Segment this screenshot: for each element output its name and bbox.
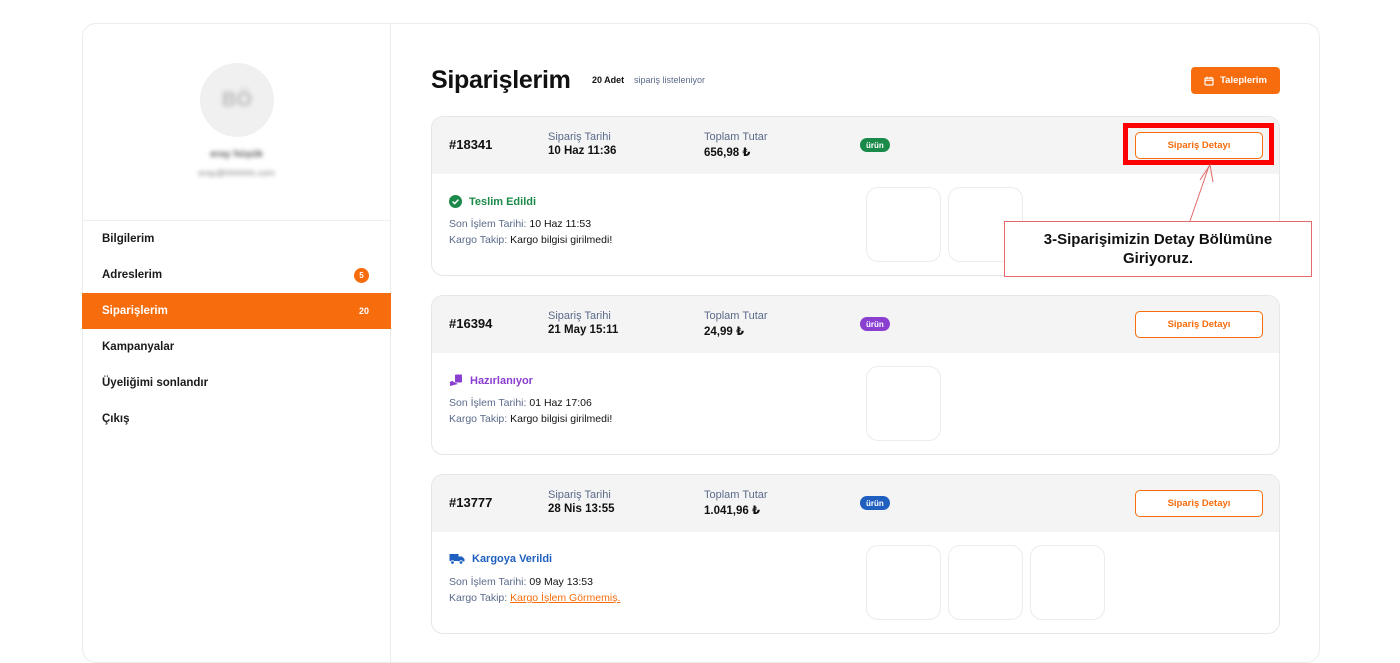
order-status: Kargoya Verildi: [449, 553, 552, 565]
package-hand-icon: [450, 374, 462, 386]
product-thumbnail[interactable]: [866, 187, 941, 262]
page-title: Siparişlerim: [431, 66, 571, 94]
last-action-date: 09 May 13:53: [529, 576, 593, 588]
order-status-label: Hazırlanıyor: [470, 374, 533, 387]
order-total: 24,99 ₺: [704, 326, 744, 338]
cargo-status: Kargo bilgisi girilmedi!: [510, 413, 613, 425]
order-number: #13777: [449, 495, 493, 510]
cargo-status: Kargo bilgisi girilmedi!: [510, 234, 613, 246]
cargo-label: Kargo Takip:: [449, 413, 508, 425]
last-action-line: Son İşlem Tarihi: 01 Haz 17:06: [449, 397, 592, 409]
user-name: eray hüşük: [210, 149, 263, 160]
cargo-line: Kargo Takip: Kargo bilgisi girilmedi!: [449, 413, 612, 425]
last-action-label: Son İşlem Tarihi:: [449, 397, 527, 409]
order-detail-button[interactable]: Sipariş Detayı: [1135, 311, 1263, 338]
sidebar-item-siparislerim[interactable]: Siparişlerim 20: [82, 293, 391, 329]
sidebar-item-label: Adreslerim: [102, 269, 163, 281]
order-date: 10 Haz 11:36: [548, 145, 617, 157]
sidebar-item-uyelik-sonlandir[interactable]: Üyeliğimi sonlandır: [82, 365, 391, 401]
order-total-label: Toplam Tutar: [704, 131, 768, 143]
avatar: BÖ: [200, 63, 274, 137]
last-action-date: 10 Haz 11:53: [529, 218, 592, 230]
product-thumbnail[interactable]: [1030, 545, 1105, 620]
sidebar-item-cikis[interactable]: Çıkış: [82, 401, 391, 437]
cargo-line: Kargo Takip: Kargo İşlem Görmemiş.: [449, 592, 620, 604]
user-email: eray@hhhhhh.com: [198, 168, 275, 178]
product-thumbnail[interactable]: [866, 545, 941, 620]
address-count-badge: 5: [354, 267, 369, 283]
truck-icon: [449, 554, 465, 565]
cargo-tracking-link[interactable]: Kargo İşlem Görmemiş.: [510, 592, 620, 604]
last-action-date: 01 Haz 17:06: [529, 397, 592, 409]
order-status: Teslim Edildi: [449, 195, 536, 208]
order-number: #18341: [449, 137, 493, 152]
annotation-callout: 3-Siparişimizin Detay Bölümüne Giriyoruz…: [1004, 221, 1312, 277]
order-total-label: Toplam Tutar: [704, 489, 768, 501]
order-count-badge: 20: [358, 306, 369, 316]
order-status: Hazırlanıyor: [449, 374, 533, 387]
cargo-label: Kargo Takip:: [449, 234, 508, 246]
sidebar-item-bilgilerim[interactable]: Bilgilerim: [82, 221, 391, 257]
last-action-line: Son İşlem Tarihi: 09 May 13:53: [449, 576, 593, 588]
order-card: #16394 Sipariş Tarihi 21 May 15:11 Topla…: [431, 295, 1280, 455]
order-total-label: Toplam Tutar: [704, 310, 768, 322]
order-date-label: Sipariş Tarihi: [548, 310, 611, 322]
sidebar-menu: Bilgilerim Adreslerim 5 Siparişlerim 20 …: [82, 221, 391, 437]
order-date: 21 May 15:11: [548, 324, 619, 336]
last-action-line: Son İşlem Tarihi: 10 Haz 11:53: [449, 218, 591, 230]
annotation-highlight-box: [1123, 123, 1274, 165]
sidebar-item-label: Üyeliğimi sonlandır: [102, 377, 209, 389]
sidebar-item-label: Kampanyalar: [102, 341, 175, 353]
cargo-line: Kargo Takip: Kargo bilgisi girilmedi!: [449, 234, 612, 246]
check-circle-icon: [449, 195, 462, 208]
product-pill: ürün: [860, 317, 890, 331]
sidebar-item-label: Bilgilerim: [102, 233, 155, 245]
sidebar-item-label: Siparişlerim: [102, 305, 168, 317]
order-date-label: Sipariş Tarihi: [548, 489, 611, 501]
product-thumbnail[interactable]: [948, 545, 1023, 620]
order-date: 28 Nis 13:55: [548, 503, 615, 515]
annotation-line-2: Giriyoruz.: [1122, 250, 1193, 267]
sidebar-item-label: Çıkış: [102, 413, 130, 425]
order-detail-button[interactable]: Sipariş Detayı: [1135, 490, 1263, 517]
last-action-label: Son İşlem Tarihi:: [449, 218, 527, 230]
calendar-icon: [1204, 76, 1214, 86]
order-status-label: Kargoya Verildi: [472, 553, 553, 565]
order-count: 20 Adet: [592, 75, 625, 85]
requests-button[interactable]: Taleplerim: [1191, 67, 1280, 94]
order-status-label: Teslim Edildi: [469, 195, 537, 208]
product-pill: ürün: [860, 496, 890, 510]
product-pill: ürün: [860, 138, 890, 152]
annotation-line-1: 3-Siparişimizin Detay Bölümüne: [1043, 231, 1273, 248]
product-thumbnail[interactable]: [866, 366, 941, 441]
order-total: 1.041,96 ₺: [704, 505, 760, 517]
order-total: 656,98 ₺: [704, 147, 751, 159]
order-number: #16394: [449, 316, 493, 331]
order-count-subtitle: sipariş listeleniyor: [634, 75, 706, 85]
order-date-label: Sipariş Tarihi: [548, 131, 611, 143]
avatar-initials: BÖ: [222, 88, 252, 111]
sidebar-item-kampanyalar[interactable]: Kampanyalar: [82, 329, 391, 365]
account-sidebar: BÖ eray hüşük eray@hhhhhh.com Bilgilerim…: [82, 23, 391, 663]
sidebar-item-adreslerim[interactable]: Adreslerim 5: [82, 257, 391, 293]
requests-button-label: Taleplerim: [1220, 75, 1267, 86]
order-card: #13777 Sipariş Tarihi 28 Nis 13:55 Topla…: [431, 474, 1280, 634]
cargo-label: Kargo Takip:: [449, 592, 508, 604]
last-action-label: Son İşlem Tarihi:: [449, 576, 527, 588]
